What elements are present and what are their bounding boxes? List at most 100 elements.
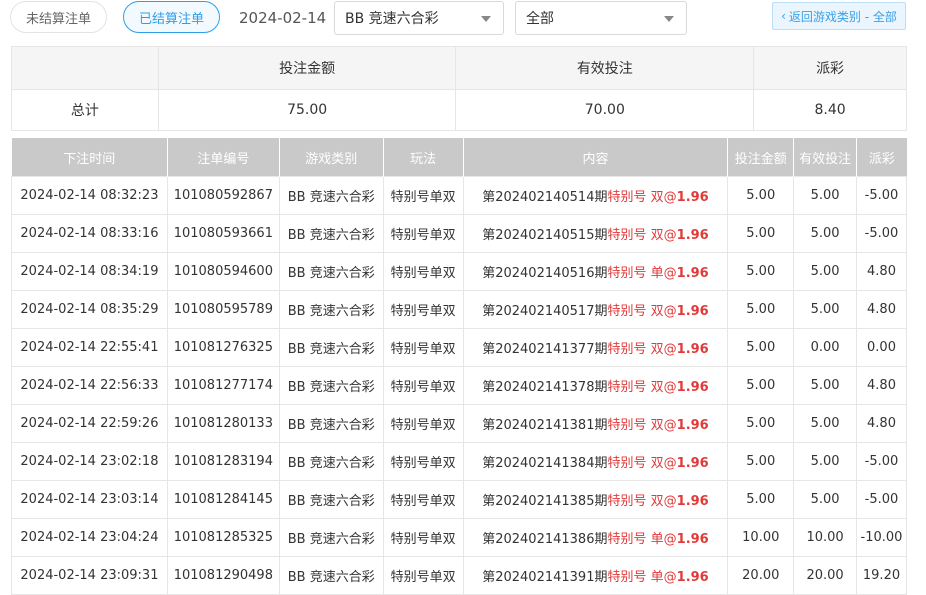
valid-amount: 5.00 <box>793 214 857 253</box>
column-header-content[interactable]: 内容 <box>463 138 729 177</box>
date-value[interactable]: 2024-02-14 <box>239 9 326 27</box>
column-header-id[interactable]: 注单编号 <box>167 138 280 177</box>
settled-tab-button[interactable]: 已结算注单 <box>123 1 220 33</box>
bet-pick: 双 <box>650 342 664 357</box>
type-select[interactable]: 全部 <box>515 1 687 35</box>
bet-pick: 双 <box>650 380 664 395</box>
game-select[interactable]: BB 竞速六合彩 <box>334 1 504 35</box>
play-type: 特别号单双 <box>382 556 464 595</box>
bet-odds: 1.96 <box>676 532 709 547</box>
bet-time: 2024-02-14 08:35:29 <box>11 290 168 329</box>
summary-total-label: 总计 <box>11 89 159 131</box>
payout-amount: 4.80 <box>856 366 907 405</box>
bet-content: 第202402141378期特别号 双@1.96 <box>462 366 729 405</box>
table-header-row: 下注时间 注单编号 游戏类别 玩法 内容 投注金额 有效投注 派彩 <box>11 138 907 177</box>
type-select-value: 全部 <box>526 11 554 27</box>
bet-id: 101080595789 <box>166 290 280 329</box>
payout-amount: 4.80 <box>856 404 907 443</box>
column-header-play[interactable]: 玩法 <box>383 138 464 177</box>
table-row: 2024-02-14 23:04:24 101081285325 BB 竞速六合彩特… <box>11 518 907 557</box>
back-to-category-button[interactable]: ‹ 返回游戏类别 - 全部 <box>772 2 906 30</box>
payout-amount: 4.80 <box>856 252 907 291</box>
table-row: 2024-02-14 23:09:31 101081290498 BB 竞速六合彩特… <box>11 556 907 595</box>
bet-time: 2024-02-14 22:55:41 <box>11 328 168 367</box>
unsettled-tab-button[interactable]: 未结算注单 <box>10 1 107 33</box>
payout-amount: -5.00 <box>856 442 907 481</box>
payout-amount: -10.00 <box>856 518 907 557</box>
bet-amount: 5.00 <box>727 290 795 329</box>
bet-amount: 5.00 <box>727 480 795 519</box>
play-type: 特别号单双 <box>382 480 464 519</box>
bet-at: @ <box>663 570 677 585</box>
bet-amount: 5.00 <box>727 176 795 215</box>
bet-content: 第202402140514期特别号 双@1.96 <box>462 176 729 215</box>
bet-pick: 双 <box>650 190 664 205</box>
play-type: 特别号单双 <box>382 290 464 329</box>
bet-content: 第202402140515期特别号 双@1.96 <box>462 214 729 253</box>
bet-period: 第202402140515期 <box>482 228 608 243</box>
bet-period: 第202402141377期 <box>482 342 608 357</box>
game-type: BB 竞速六合彩 <box>278 518 384 557</box>
bet-pick-label: 特别号 <box>607 570 647 585</box>
bet-content: 第202402141377期特别号 双@1.96 <box>462 328 729 367</box>
bet-pick: 单 <box>650 266 664 281</box>
table-row: 2024-02-14 08:34:19 101080594600 BB 竞速六合彩特… <box>11 252 907 291</box>
table-row: 2024-02-14 08:32:23 101080592867 BB 竞速六合彩特… <box>11 176 907 215</box>
play-type: 特别号单双 <box>382 176 464 215</box>
column-header-valid[interactable]: 有效投注 <box>793 138 857 177</box>
table-row: 2024-02-14 22:55:41 101081276325 BB 竞速六合彩特… <box>11 328 907 367</box>
bet-at: @ <box>663 304 677 319</box>
play-type: 特别号单双 <box>382 328 464 367</box>
game-type: BB 竞速六合彩 <box>278 252 384 291</box>
bet-period: 第202402140516期 <box>482 266 608 281</box>
bet-id: 101081280133 <box>166 404 280 443</box>
bet-pick: 单 <box>650 570 664 585</box>
summary-total-valid: 70.00 <box>455 89 755 131</box>
chevron-down-icon <box>481 16 491 22</box>
column-header-time[interactable]: 下注时间 <box>11 138 168 177</box>
bet-id: 101080593661 <box>166 214 280 253</box>
valid-amount: 0.00 <box>793 328 857 367</box>
payout-amount: 4.80 <box>856 290 907 329</box>
column-header-game[interactable]: 游戏类别 <box>279 138 384 177</box>
bet-pick-label: 特别号 <box>607 532 647 547</box>
game-type: BB 竞速六合彩 <box>278 480 384 519</box>
game-type: BB 竞速六合彩 <box>278 214 384 253</box>
game-type: BB 竞速六合彩 <box>278 176 384 215</box>
bet-amount: 10.00 <box>727 518 795 557</box>
play-type: 特别号单双 <box>382 404 464 443</box>
play-type: 特别号单双 <box>382 214 464 253</box>
bet-pick-label: 特别号 <box>607 228 647 243</box>
bet-pick-label: 特别号 <box>607 304 647 319</box>
bet-id: 101081290498 <box>166 556 280 595</box>
column-header-bet[interactable]: 投注金额 <box>727 138 795 177</box>
bet-time: 2024-02-14 08:34:19 <box>11 252 168 291</box>
bet-id: 101081284145 <box>166 480 280 519</box>
summary-header-payout: 派彩 <box>753 46 907 90</box>
play-type: 特别号单双 <box>382 518 464 557</box>
bet-detail-table: 下注时间 注单编号 游戏类别 玩法 内容 投注金额 有效投注 派彩 2024-0… <box>11 138 907 595</box>
bet-time: 2024-02-14 23:04:24 <box>11 518 168 557</box>
table-row: 2024-02-14 08:33:16 101080593661 BB 竞速六合彩特… <box>11 214 907 253</box>
game-select-value: BB 竞速六合彩 <box>345 11 439 27</box>
bet-time: 2024-02-14 08:32:23 <box>11 176 168 215</box>
bet-odds: 1.96 <box>676 342 709 357</box>
bet-content: 第202402141381期特别号 双@1.96 <box>462 404 729 443</box>
play-type: 特别号单双 <box>382 442 464 481</box>
valid-amount: 5.00 <box>793 252 857 291</box>
payout-amount: -5.00 <box>856 480 907 519</box>
bet-pick-label: 特别号 <box>607 380 647 395</box>
bet-content: 第202402141391期特别号 单@1.96 <box>462 556 729 595</box>
bet-odds: 1.96 <box>676 456 709 471</box>
payout-amount: 0.00 <box>856 328 907 367</box>
bet-odds: 1.96 <box>676 190 709 205</box>
summary-total-bet: 75.00 <box>157 89 457 131</box>
bet-id: 101081283194 <box>166 442 280 481</box>
valid-amount: 10.00 <box>793 518 857 557</box>
summary-header-row: 投注金额 有效投注 派彩 <box>11 46 907 90</box>
column-header-payout[interactable]: 派彩 <box>856 138 907 177</box>
valid-amount: 5.00 <box>793 404 857 443</box>
payout-amount: -5.00 <box>856 214 907 253</box>
bet-odds: 1.96 <box>676 418 709 433</box>
bet-odds: 1.96 <box>676 380 709 395</box>
